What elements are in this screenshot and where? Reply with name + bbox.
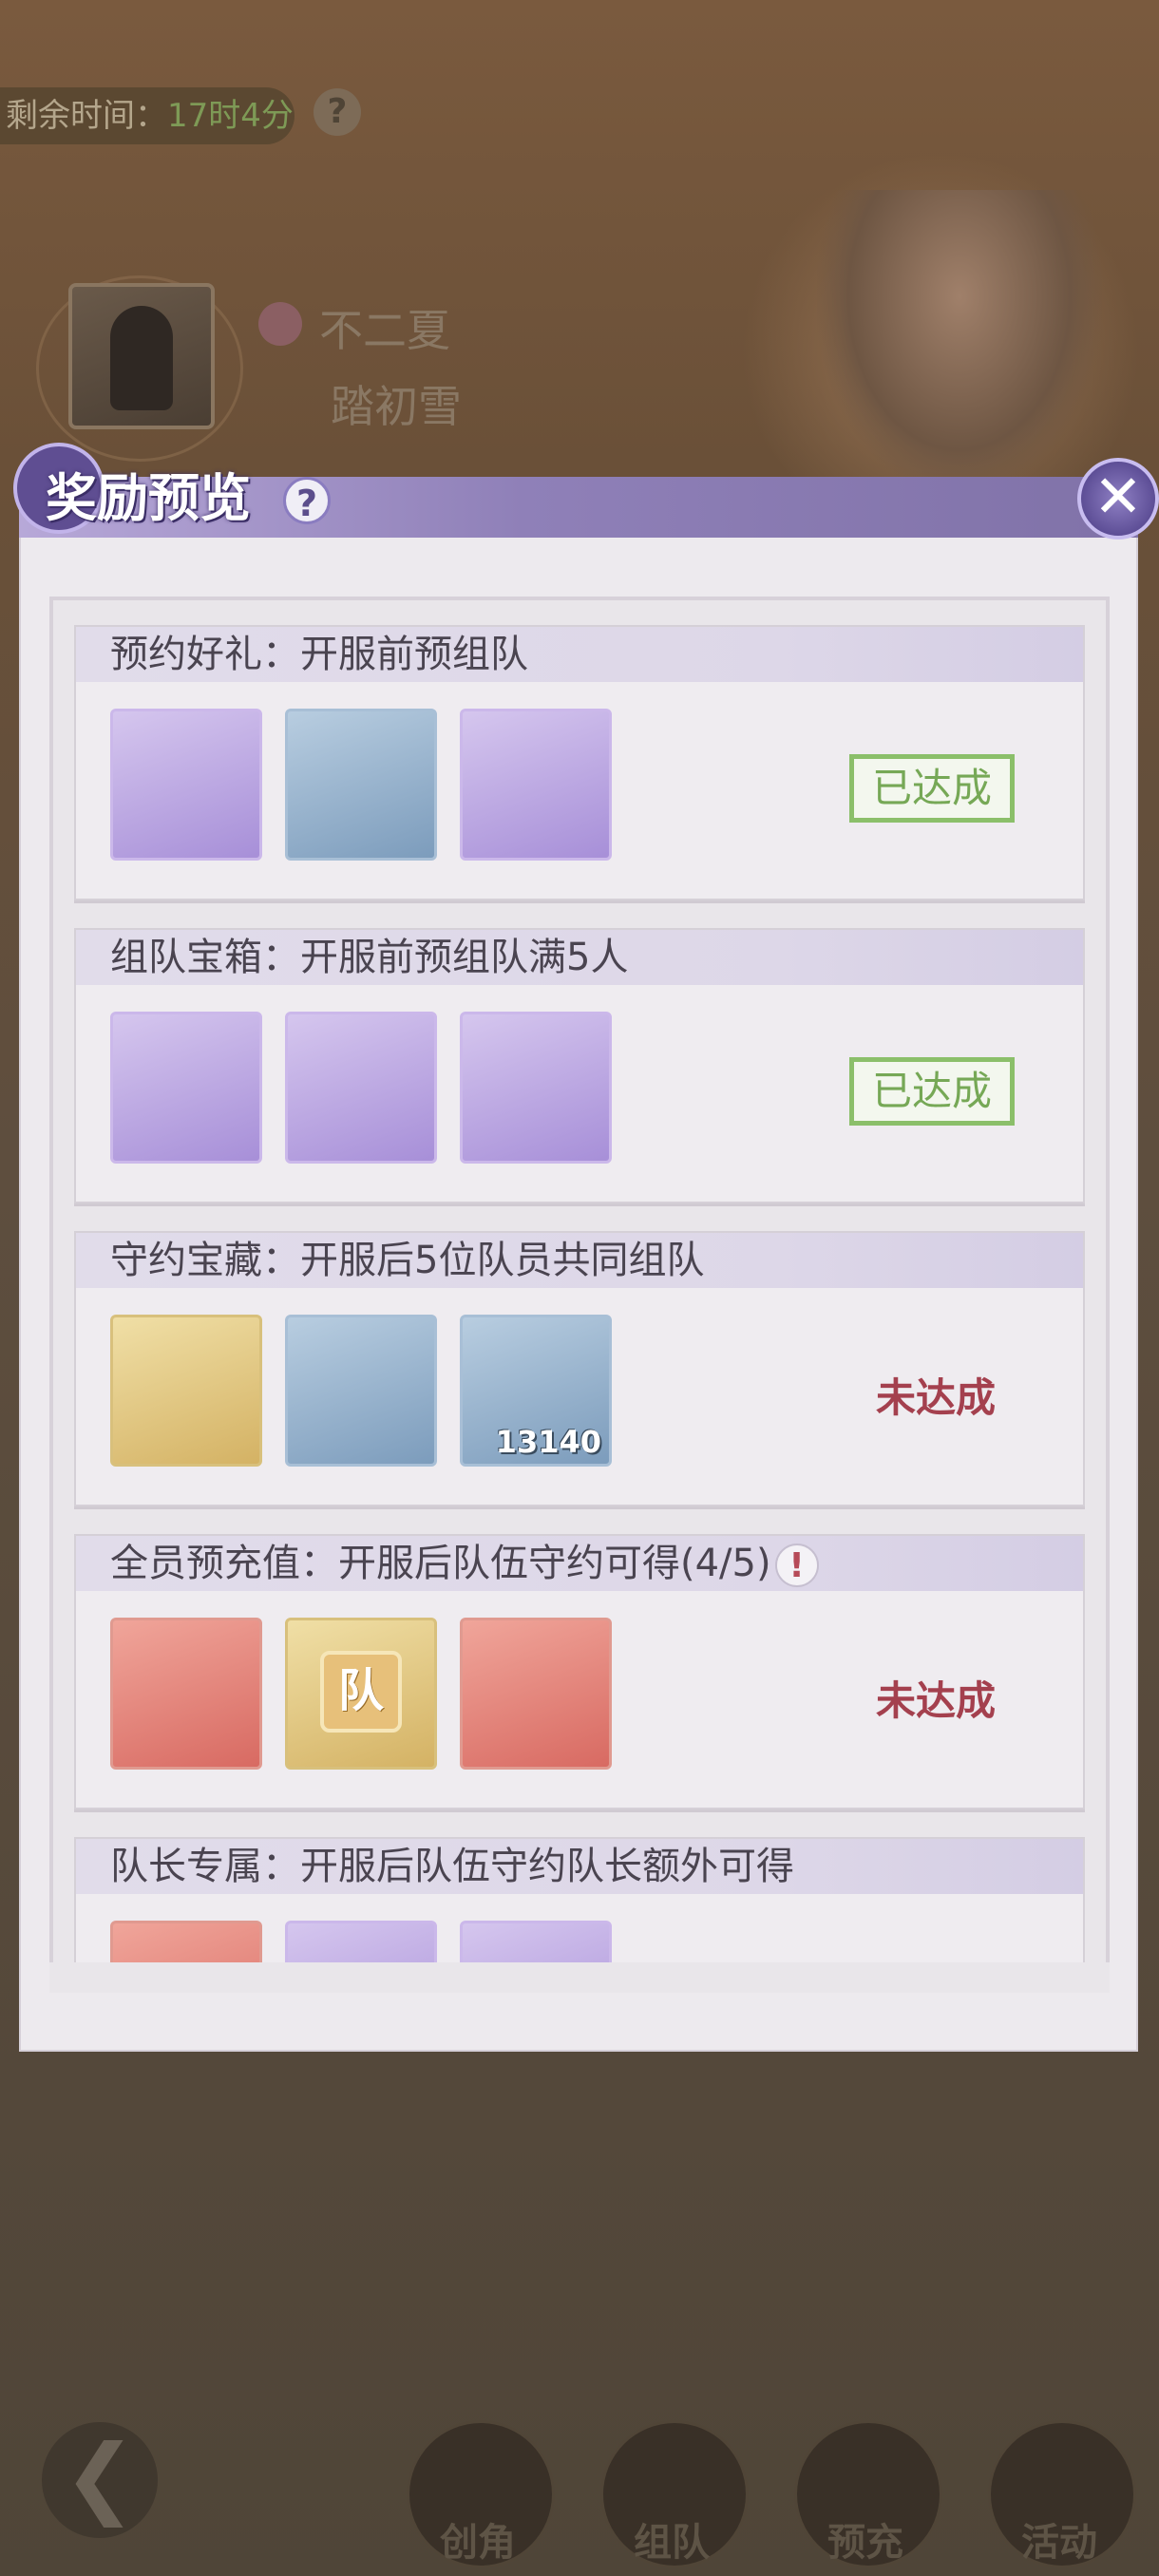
card-header: 守约宝藏：开服后5位队员共同组队 [76,1233,1083,1288]
status-pending: 未达成 [875,1677,996,1724]
reward-card: 守约宝藏：开服后5位队员共同组队 13140 未达成 [74,1231,1085,1506]
reward-card: 全员预充值：开服后队伍守约可得(4/5)! 队 未达成 [74,1534,1085,1809]
remaining-time: 剩余时间：17时4分 [0,87,294,144]
flower-icon [258,302,302,346]
player-name-2: 踏初雪 [331,381,462,432]
gold-bag-icon[interactable] [460,709,612,861]
card-title: 预约好礼：开服前预组队 [110,633,528,676]
nav-label: 预充 [827,2521,903,2565]
list-bottom-edge [49,1962,1110,1993]
yellow-flower-icon[interactable] [285,1315,437,1467]
card-title: 队长专属：开服后队伍守约队长额外可得 [110,1845,794,1888]
reward-card: 预约好礼：开服前预组队 已达成 [74,625,1085,900]
gold-bag-icon[interactable] [460,1012,612,1164]
card-header: 队长专属：开服后队伍守约队长额外可得 [76,1839,1083,1894]
item-quantity: 13140 [495,1424,601,1460]
status-pending: 未达成 [875,1374,996,1421]
dialog-help-icon[interactable]: ? [283,477,331,524]
outfit-icon[interactable] [110,1618,262,1770]
card-title: 守约宝藏：开服后5位队员共同组队 [110,1239,705,1282]
green-scroll-icon[interactable] [285,1012,437,1164]
card-header: 全员预充值：开服后队伍守约可得(4/5)! [76,1536,1083,1591]
card-title: 组队宝箱：开服前预组队满5人 [110,936,629,979]
team-badge-icon[interactable]: 队 [285,1618,437,1770]
help-icon[interactable]: ? [314,88,361,136]
avatar[interactable] [68,283,215,429]
reward-list[interactable]: 预约好礼：开服前预组队 已达成 组队宝箱：开服前预组队满5人 已达成 守约宝藏：… [49,597,1110,1993]
coin-icon[interactable]: 13140 [460,1315,612,1467]
player-name-1: 不二夏 [319,305,450,356]
book-icon[interactable] [110,709,262,861]
nav-label: 活动 [1021,2521,1097,2565]
close-button[interactable]: ✕ [1077,458,1159,540]
card-header: 组队宝箱：开服前预组队满5人 [76,930,1083,985]
timer-value: 17时4分 [167,97,294,135]
warning-icon[interactable]: ! [774,1544,819,1587]
team-badge-text: 队 [320,1651,402,1733]
nav-label: 组队 [634,2521,710,2565]
card-header: 预约好礼：开服前预组队 [76,627,1083,682]
status-achieved-stamp: 已达成 [849,1057,1015,1126]
photo-frame-icon[interactable] [110,1315,262,1467]
character-portrait [817,190,1102,494]
timer-label: 剩余时间： [6,97,167,135]
chibi-chest-icon[interactable] [460,1618,612,1770]
map-scroll-icon[interactable] [110,1012,262,1164]
gem-bag-icon[interactable] [285,709,437,861]
status-achieved-stamp: 已达成 [849,754,1015,823]
back-button[interactable]: ❮ [42,2422,158,2538]
nav-label: 创角 [440,2521,516,2565]
dialog-title: 奖励预览 [46,468,251,528]
card-title: 全员预充值：开服后队伍守约可得(4/5)! [110,1540,819,1587]
reward-card: 组队宝箱：开服前预组队满5人 已达成 [74,928,1085,1203]
card-title-text: 全员预充值：开服后队伍守约可得(4/5) [110,1542,771,1585]
